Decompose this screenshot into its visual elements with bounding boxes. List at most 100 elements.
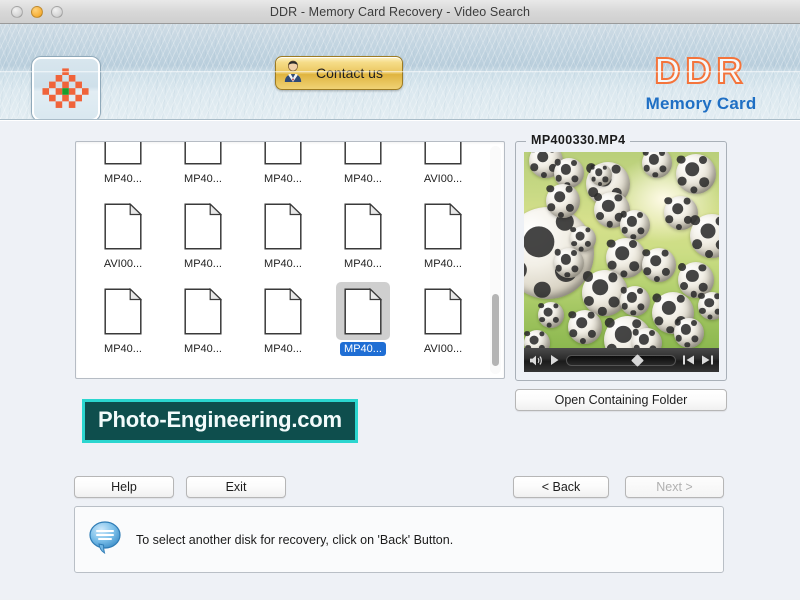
soccer-ball [674,318,704,348]
document-icon [416,141,470,170]
file-item-label: AVI00... [100,257,146,271]
document-icon [256,141,310,170]
speech-bubble-icon [88,520,124,559]
soccer-ball [642,152,672,178]
document-icon [416,282,470,340]
soccer-ball [690,214,719,258]
file-item-label: MP40... [180,257,226,271]
file-item-label: MP40... [180,172,226,186]
window-title: DDR - Memory Card Recovery - Video Searc… [0,5,800,19]
file-list-scrollbar[interactable] [490,146,501,374]
file-item-label: MP40... [100,342,146,356]
preview-filename-label: MP400330.MP4 [526,133,630,147]
document-icon [336,197,390,255]
file-item-label: MP40... [340,342,386,356]
file-item[interactable]: MP40... [246,197,320,282]
file-item[interactable]: MP40... [246,141,320,197]
application-window: DDR - Memory Card Recovery - Video Searc… [0,0,800,600]
minimize-button[interactable] [31,6,43,18]
file-item[interactable]: MP40... [326,282,400,367]
video-player[interactable] [524,152,719,372]
checkered-flower-logo-icon [34,59,98,119]
document-icon [416,197,470,255]
soccer-ball [698,292,719,320]
soccer-ball [620,286,650,316]
file-item[interactable]: MP40... [326,141,400,197]
next-button: Next > [625,476,724,498]
file-list-panel[interactable]: MP40... MP40... MP40... MP40... AVI00... AVI0… [75,141,505,379]
scrollbar-thumb[interactable] [492,294,499,366]
brand-title: DDR [626,52,776,90]
soccer-ball [568,310,602,344]
video-frame-image [524,152,719,348]
app-banner: Contact us DDR Memory Card [0,24,800,120]
soccer-ball [642,248,676,282]
file-item[interactable]: MP40... [406,197,480,282]
file-item-label: AVI00... [420,342,466,356]
brand-block: DDR Memory Card [626,52,776,114]
soccer-ball [554,248,584,278]
zoom-button[interactable] [51,6,63,18]
document-icon [176,141,230,170]
document-icon [96,282,150,340]
window-controls [11,6,63,18]
back-button[interactable]: < Back [513,476,609,498]
preview-group: MP400330.MP4 [515,141,727,381]
soccer-ball [676,154,716,194]
contact-us-label: Contact us [303,65,402,81]
file-item[interactable]: AVI00... [86,197,160,282]
watermark-banner: Photo-Engineering.com [82,399,358,443]
file-item-label: MP40... [420,257,466,271]
document-icon [176,282,230,340]
file-item[interactable]: MP40... [166,197,240,282]
file-item-label: MP40... [260,172,306,186]
file-item[interactable]: MP40... [86,282,160,367]
file-item[interactable]: MP40... [166,282,240,367]
status-message: To select another disk for recovery, cli… [136,533,453,547]
main-content: MP40... MP40... MP40... MP40... AVI00... AVI0… [0,120,800,599]
soccer-ball [620,210,650,240]
step-forward-icon[interactable] [701,354,714,366]
brand-subtitle: Memory Card [626,94,776,114]
help-button[interactable]: Help [74,476,174,498]
scrub-track[interactable] [566,355,676,366]
file-item[interactable]: AVI00... [406,141,480,197]
soccer-ball [538,302,564,328]
soccer-ball [546,184,580,218]
media-controls[interactable] [524,348,719,372]
title-bar: DDR - Memory Card Recovery - Video Searc… [0,0,800,24]
soccer-ball [590,164,612,186]
status-bar: To select another disk for recovery, cli… [74,506,724,573]
soccer-ball [524,330,550,348]
file-item-label: AVI00... [420,172,466,186]
file-item-label: MP40... [260,257,306,271]
document-icon [256,282,310,340]
file-item[interactable]: MP40... [246,282,320,367]
contact-us-button[interactable]: Contact us [275,56,403,90]
file-grid[interactable]: MP40... MP40... MP40... MP40... AVI00... AVI0… [76,141,490,375]
document-icon [336,282,390,340]
document-icon [256,197,310,255]
scrub-handle[interactable] [631,354,644,367]
close-button[interactable] [11,6,23,18]
document-icon [336,141,390,170]
file-item-label: MP40... [100,172,146,186]
watermark-text: Photo-Engineering.com [98,407,342,432]
file-item-label: MP40... [180,342,226,356]
file-item[interactable]: MP40... [326,197,400,282]
open-containing-folder-button[interactable]: Open Containing Folder [515,389,727,411]
document-icon [96,141,150,170]
exit-button[interactable]: Exit [186,476,286,498]
file-item[interactable]: MP40... [86,141,160,197]
file-item-label: MP40... [260,342,306,356]
play-icon[interactable] [550,354,560,366]
speaker-icon[interactable] [529,354,544,367]
file-item[interactable]: AVI00... [406,282,480,367]
app-logo [32,57,100,120]
file-item[interactable]: MP40... [166,141,240,197]
file-item-label: MP40... [340,172,386,186]
document-icon [96,197,150,255]
person-icon [283,59,303,88]
step-backward-icon[interactable] [682,354,695,366]
soccer-ball [632,328,662,348]
